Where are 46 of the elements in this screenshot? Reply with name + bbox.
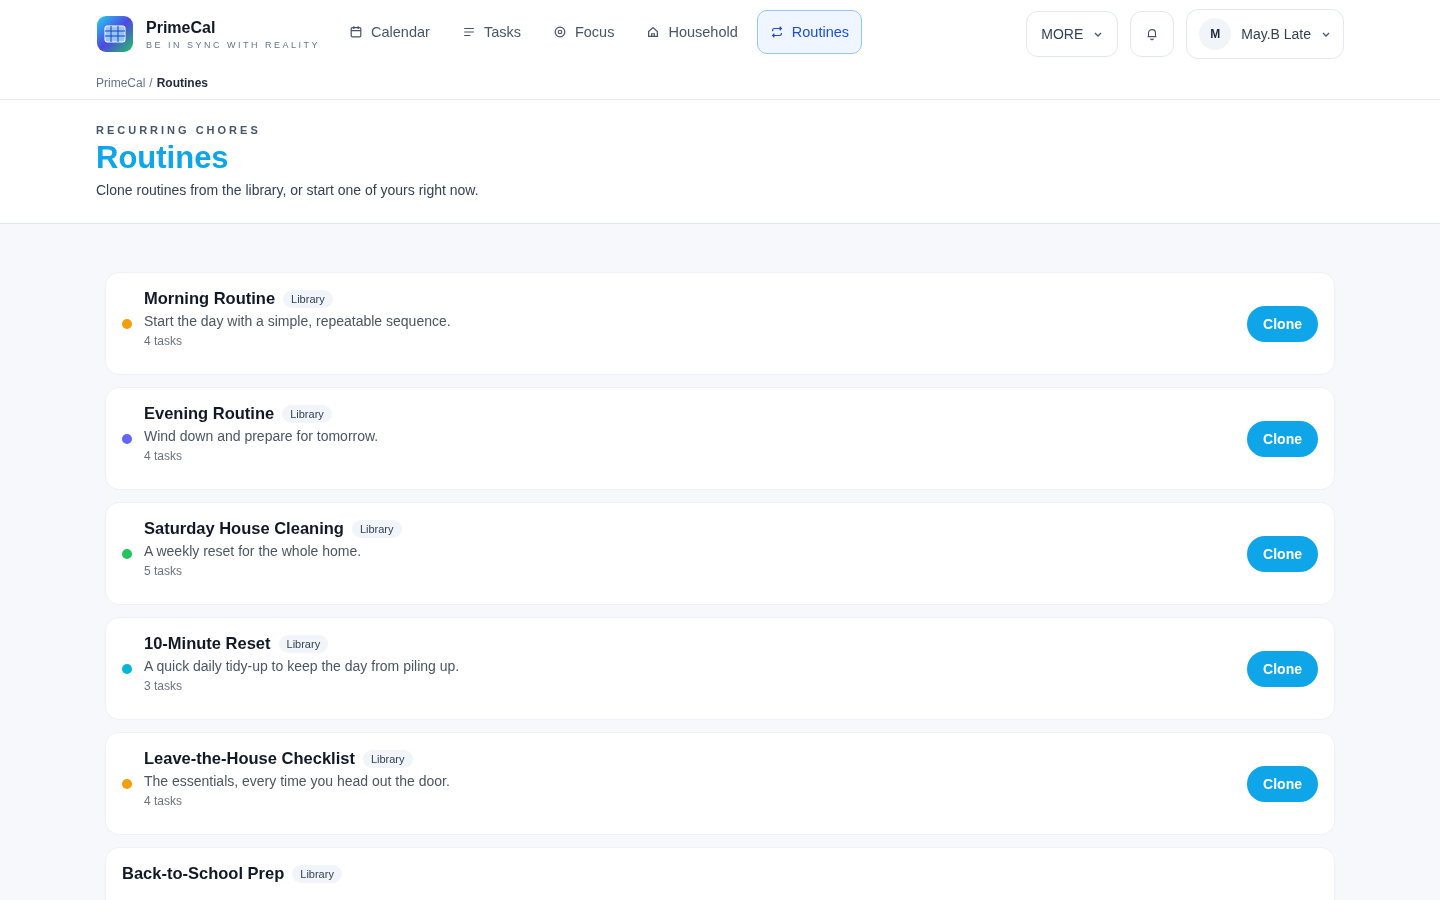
breadcrumb-item: Routines xyxy=(156,76,209,90)
more-menu-button[interactable]: MORE xyxy=(1026,11,1119,57)
routine-title: Leave-the-House Checklist xyxy=(144,749,355,768)
task-count: 4 tasks xyxy=(144,449,183,463)
library-badge: Library xyxy=(283,289,333,308)
task-count: 4 tasks xyxy=(144,334,183,348)
user-menu-button[interactable]: M May.B Late xyxy=(1186,9,1344,59)
task-count: 3 tasks xyxy=(144,679,183,693)
nav-tab[interactable]: Focus xyxy=(539,10,628,54)
page-subtitle: Clone routines from the library, or start one of yours right now. xyxy=(96,182,480,198)
nav-tab[interactable]: Tasks xyxy=(448,10,534,54)
task-count: 5 tasks xyxy=(144,564,183,578)
routine-title: Saturday House Cleaning xyxy=(144,519,344,538)
routine-description: A weekly reset for the whole home. xyxy=(144,543,363,559)
calendar-icon xyxy=(349,25,364,39)
brand-tagline: BE IN SYNC WITH REALITY xyxy=(146,39,321,50)
routine-title: Morning Routine xyxy=(144,289,276,308)
routine-description: Wind down and prepare for tomorrow. xyxy=(144,428,380,444)
routine-description: A quick daily tidy-up to keep the day from piling up. xyxy=(144,658,461,674)
nav-tab[interactable]: Household xyxy=(633,10,751,54)
list-icon xyxy=(461,25,476,39)
routine-title: Evening Routine xyxy=(144,404,275,423)
avatar: M xyxy=(1199,18,1232,50)
repeat-icon xyxy=(769,25,784,39)
nav-tab[interactable]: Routines xyxy=(756,10,862,54)
library-badge: Library xyxy=(282,404,332,423)
routine-description: Start the day with a simple, repeatable sequence. xyxy=(144,313,452,329)
library-badge: Library xyxy=(292,864,342,883)
library-badge: Library xyxy=(362,749,413,768)
brand-name: PrimeCal xyxy=(146,18,217,37)
home-icon xyxy=(646,25,661,39)
routine-description: The essentials, every time you head out the door. xyxy=(144,773,451,789)
page-title: Routines xyxy=(96,140,230,176)
library-badge: Library xyxy=(278,634,329,653)
calendar-logo-icon xyxy=(96,15,134,53)
user-name: May.B Late xyxy=(1241,26,1311,42)
section-eyebrow: RECURRING CHORES xyxy=(96,124,262,136)
notifications-button[interactable] xyxy=(1130,11,1175,57)
nav-tab[interactable]: Calendar xyxy=(336,10,443,54)
routine-title: 10-Minute Reset xyxy=(144,634,271,653)
breadcrumb-separator: / xyxy=(149,76,153,90)
routine-title: Back-to-School Prep xyxy=(122,864,285,883)
library-badge: Library xyxy=(351,519,402,538)
task-count: 4 tasks xyxy=(144,794,183,808)
breadcrumb-item[interactable]: PrimeCal xyxy=(96,76,146,90)
target-icon xyxy=(552,25,567,39)
